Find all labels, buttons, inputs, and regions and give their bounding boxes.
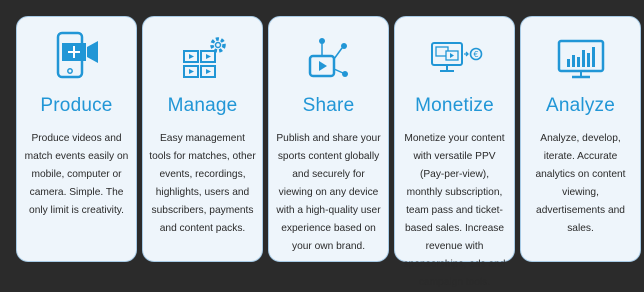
- svg-text:€: €: [473, 50, 478, 59]
- video-camera-phone-icon: [17, 29, 136, 99]
- analytics-bar-chart-icon: [521, 29, 640, 99]
- card-share: Share Publish and share your sports cont…: [268, 16, 389, 262]
- card-monetize: € Monetize Monetize your content with ve…: [394, 16, 515, 288]
- card-description: Analyze, develop, iterate. Accurate anal…: [535, 133, 626, 234]
- card-description: Publish and share your sports content gl…: [276, 133, 381, 252]
- card-description: Monetize your content with versatile PPV…: [403, 133, 506, 288]
- card-title: Monetize: [415, 95, 494, 116]
- card-title: Share: [302, 95, 355, 116]
- share-network-icon: [269, 29, 388, 99]
- feature-cards-row: Produce Produce videos and match events …: [0, 0, 644, 288]
- card-description: Easy management tools for matches, other…: [149, 133, 256, 234]
- manage-playlist-gear-icon: [143, 29, 262, 99]
- card-title: Manage: [167, 95, 238, 116]
- card-title: Analyze: [546, 95, 615, 116]
- card-manage: Manage Easy management tools for matches…: [142, 16, 263, 262]
- card-analyze: Analyze Analyze, develop, iterate. Accur…: [520, 16, 641, 262]
- card-produce: Produce Produce videos and match events …: [16, 16, 137, 262]
- card-description: Produce videos and match events easily o…: [24, 133, 129, 216]
- card-title: Produce: [40, 95, 113, 116]
- monetize-screen-euro-icon: €: [395, 29, 514, 99]
